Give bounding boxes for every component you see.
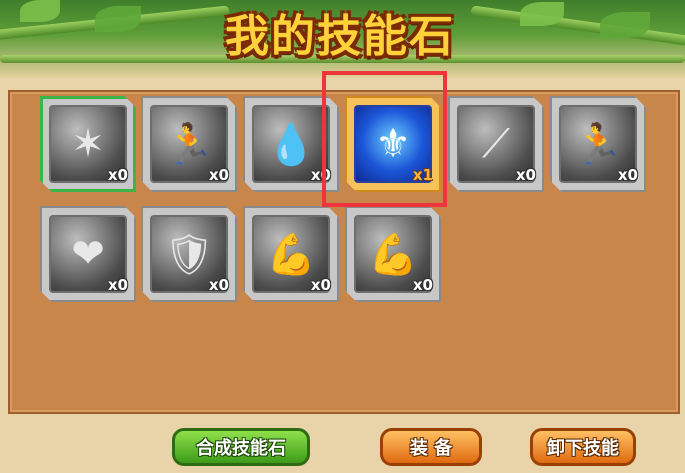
skill-slot-2[interactable]: 🏃 x0 [141, 96, 237, 192]
skill-slot-9[interactable]: 💪 x0 [243, 206, 339, 302]
page-title: 我的技能石 [225, 11, 455, 62]
leaf-icon [95, 6, 141, 32]
skill-slot-8[interactable]: 🛡 x0 [141, 206, 237, 302]
leaf-icon [20, 0, 60, 22]
skill-slot-5[interactable]: ⟋ x0 [448, 96, 544, 192]
stone-count: x0 [310, 276, 331, 294]
leaf-icon [520, 2, 564, 26]
selection-highlight [322, 71, 447, 207]
skill-slot-1[interactable]: ✶ x0 [40, 96, 136, 192]
skill-slot-7[interactable]: ❤ x0 [40, 206, 136, 302]
header-banner: 我的技能石 [0, 0, 685, 78]
skill-slot-10[interactable]: 💪 x0 [345, 206, 441, 302]
unequip-button[interactable]: 卸下技能 [530, 428, 636, 466]
stone-count: x0 [515, 166, 536, 184]
equip-button[interactable]: 装 备 [380, 428, 482, 466]
stone-count: x0 [107, 166, 128, 184]
stone-count: x0 [208, 276, 229, 294]
stone-count: x0 [208, 166, 229, 184]
stone-count: x0 [617, 166, 638, 184]
stone-count: x0 [412, 276, 433, 294]
leaf-icon [600, 12, 650, 38]
skill-slot-6[interactable]: 🏃 x0 [550, 96, 646, 192]
combine-stone-button[interactable]: 合成技能石 [172, 428, 310, 466]
stone-count: x0 [107, 276, 128, 294]
